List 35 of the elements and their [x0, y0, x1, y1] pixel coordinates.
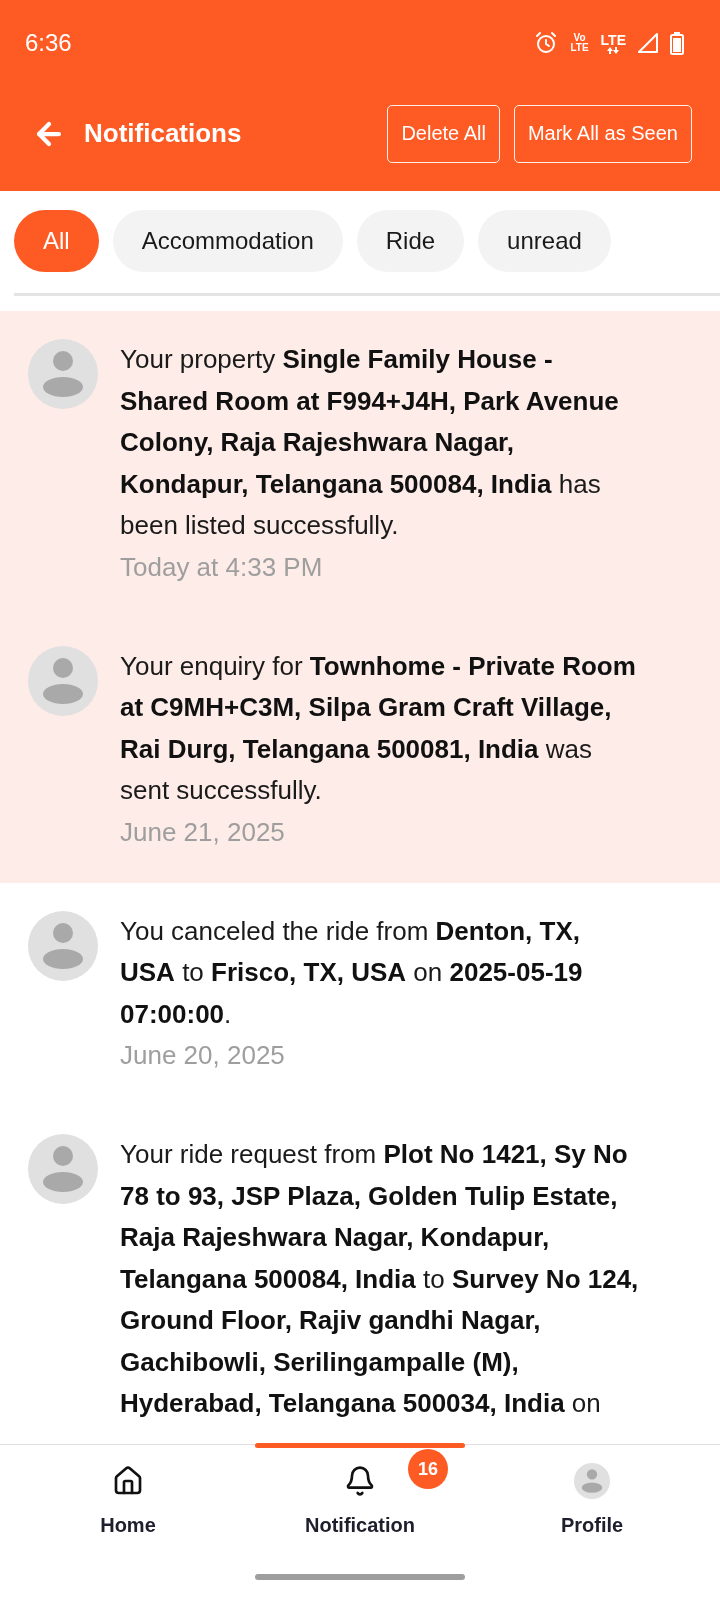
volte-label: Vo	[573, 33, 586, 43]
notification-count-badge: 16	[408, 1449, 448, 1489]
nav-tab[interactable]: Home	[12, 1445, 244, 1565]
bell-icon	[344, 1465, 376, 1497]
notification-card[interactable]: Your enquiry for Townhome - Private Room at C9MH+C3M, Silpa Gram Craft Village, Rai Durg, Telangana 500081, India was sent successfully. June 21, 2025	[0, 617, 720, 883]
nav-tab-label: Profile	[560, 1513, 624, 1537]
avatar-icon	[28, 645, 98, 716]
notification-message: You canceled the ride from Denton, TX, USA to Frisco, TX, USA on 2025-05-19 07:00:00.	[120, 914, 584, 1031]
notification-time: Today at 4:33 PM	[120, 550, 323, 584]
volte-label: LTE	[570, 43, 589, 53]
notification-card[interactable]: Your property Single Family House - Shared Room at F994+J4H, Park Avenue Colony, Raja Rajeshwara Nagar, Kondapur, Telangana 500084, India has been listed successfully. Today at 4:33 PM	[0, 311, 720, 618]
avatar-icon	[574, 1463, 610, 1499]
home-icon	[112, 1465, 144, 1497]
avatar-icon	[28, 910, 98, 981]
notification-time: June 21, 2025	[120, 815, 285, 849]
signal-icon	[638, 33, 658, 53]
notification-time: June 20, 2025	[120, 1039, 285, 1073]
data-arrows-icon	[607, 46, 620, 54]
page-title: Notifications	[84, 118, 243, 149]
alarm-clock-icon	[534, 31, 559, 55]
battery-icon	[670, 31, 684, 55]
status-time: 6:36	[25, 29, 72, 57]
filter-chip[interactable]: unread	[478, 210, 611, 272]
filter-chip[interactable]: Ride	[356, 210, 465, 272]
notification-message: Your enquiry for Townhome - Private Room at C9MH+C3M, Silpa Gram Craft Village, Rai Durg, Telangana 500081, India was sent successfully.	[120, 649, 637, 808]
nav-tab[interactable]: Notification 16	[244, 1445, 476, 1565]
filter-chip[interactable]: Accommodation	[112, 210, 343, 272]
nav-tab-label: Notification	[305, 1513, 415, 1537]
avatar-icon	[28, 339, 98, 409]
avatar-icon	[28, 1133, 98, 1204]
network-type-label: LTE	[600, 32, 626, 47]
nav-tab-label: Home	[100, 1513, 156, 1537]
nav-tab[interactable]: Profile	[476, 1445, 708, 1565]
notification-message: Your ride request from Plot No 1421, Sy No 78 to 93, JSP Plaza, Golden Tulip Estate, Raja Rajeshwara Nagar, Kondapur, Telangana 500084, India to Survey No 124, Ground Floor, Rajiv gandhi Nagar, Gachibowli, Serilingampalle (M), Hyderabad, Telangana 500034, India on	[120, 1137, 640, 1421]
notification-message: Your property Single Family House - Shared Room at F994+J4H, Park Avenue Colony, Raja Rajeshwara Nagar, Kondapur, Telangana 500084, India has been listed successfully.	[120, 343, 620, 543]
